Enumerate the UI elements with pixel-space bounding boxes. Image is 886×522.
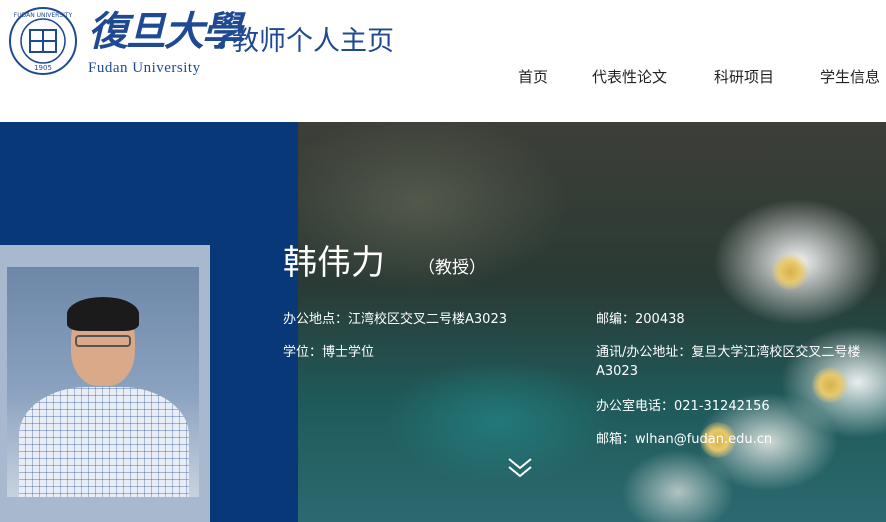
logo-chinese-name: 復旦大學 — [88, 8, 242, 55]
flower-decoration — [772, 254, 808, 290]
photo-shirt — [19, 387, 189, 497]
nav-item-papers[interactable]: 代表性论文 — [592, 66, 667, 88]
degree: 学位：博士学位 — [283, 343, 374, 362]
main-nav: 首页 代表性论文 科研项目 学生信息 — [0, 66, 886, 90]
nav-item-projects[interactable]: 科研项目 — [714, 66, 774, 88]
office-location: 办公地点：江湾校区交叉二号楼A3023 — [283, 310, 507, 329]
office-label: 办公地点： — [283, 312, 349, 327]
photo-hair — [67, 297, 139, 331]
address-label: 通讯/办公地址： — [596, 345, 692, 360]
office-value: 江湾校区交叉二号楼A3023 — [348, 312, 507, 327]
logo-separator-dot — [218, 42, 225, 49]
page-header: FUDAN UNIVERSITY 1905 復旦大學 Fudan Univers… — [0, 0, 886, 122]
email: 邮箱：wlhan@fudan.edu.cn — [596, 430, 772, 449]
nav-item-home[interactable]: 首页 — [518, 66, 548, 88]
teacher-title: （教授） — [418, 258, 486, 278]
mailing-address: 通讯/办公地址：复旦大学江湾校区交叉二号楼A3023 — [596, 343, 886, 381]
nav-item-students[interactable]: 学生信息 — [820, 66, 880, 88]
email-label: 邮箱： — [596, 432, 636, 447]
photo-glasses — [75, 335, 131, 347]
teacher-name: 韩伟力 — [283, 243, 385, 283]
double-chevron-down-icon[interactable] — [507, 455, 533, 481]
office-phone: 办公室电话：021-31242156 — [596, 397, 770, 416]
degree-label: 学位： — [283, 345, 323, 360]
postcode-label: 邮编： — [596, 312, 636, 327]
site-title: 教师个人主页 — [232, 26, 394, 57]
postcode-value: 200438 — [635, 312, 685, 327]
phone-value: 021-31242156 — [674, 399, 770, 414]
profile-photo — [7, 267, 199, 497]
email-value[interactable]: wlhan@fudan.edu.cn — [635, 432, 772, 447]
svg-text:FUDAN UNIVERSITY: FUDAN UNIVERSITY — [14, 12, 73, 19]
postcode: 邮编：200438 — [596, 310, 685, 329]
phone-label: 办公室电话： — [596, 399, 675, 414]
degree-value: 博士学位 — [322, 345, 375, 360]
